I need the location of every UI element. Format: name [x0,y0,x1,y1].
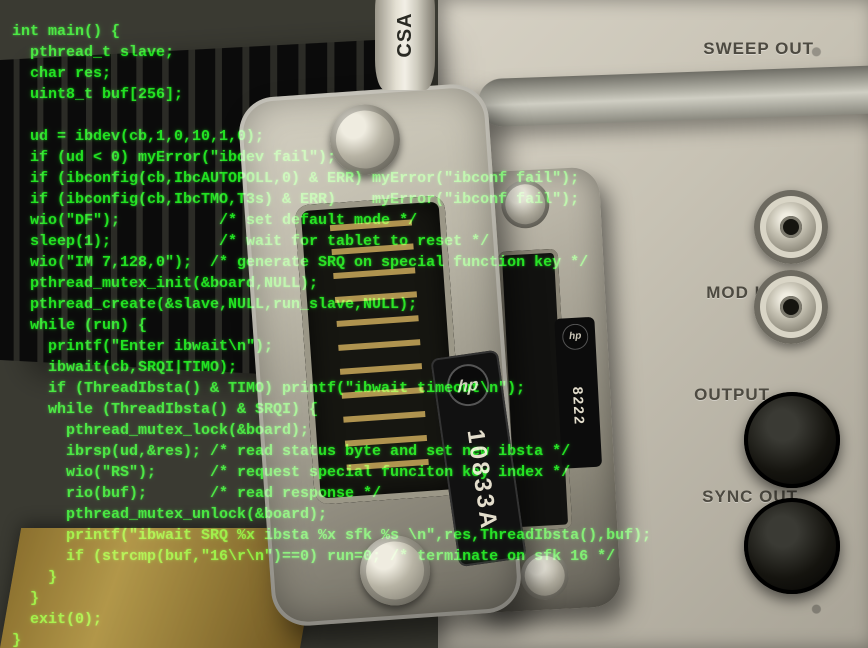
label-sweep-out: SWEEP OUT [703,40,814,57]
background-photo: SWEEP OUT MOD INP OUTPUT SYNC OUT 8222 1… [0,0,868,648]
label-mod-inp: MOD INP [706,284,786,301]
connector-pins [330,219,430,480]
output-jack-2 [744,498,840,594]
bnc-connector-2 [754,270,828,344]
connector-contact-face [294,195,465,505]
label-sync-out: SYNC OUT [702,488,798,505]
probe-stamp: CSA [395,12,415,57]
model-number-secondary: 8222 [556,353,601,461]
bnc-connector-1 [754,190,828,264]
gpib-connector-main: 10833A [237,82,523,628]
label-output: OUTPUT [694,386,770,403]
output-jack-1 [744,392,840,488]
hp-logo-icon [562,323,589,350]
hp-logo-icon [444,361,491,408]
probe-cylinder: CSA [375,0,435,90]
hp-badge-secondary: 8222 [554,317,602,469]
